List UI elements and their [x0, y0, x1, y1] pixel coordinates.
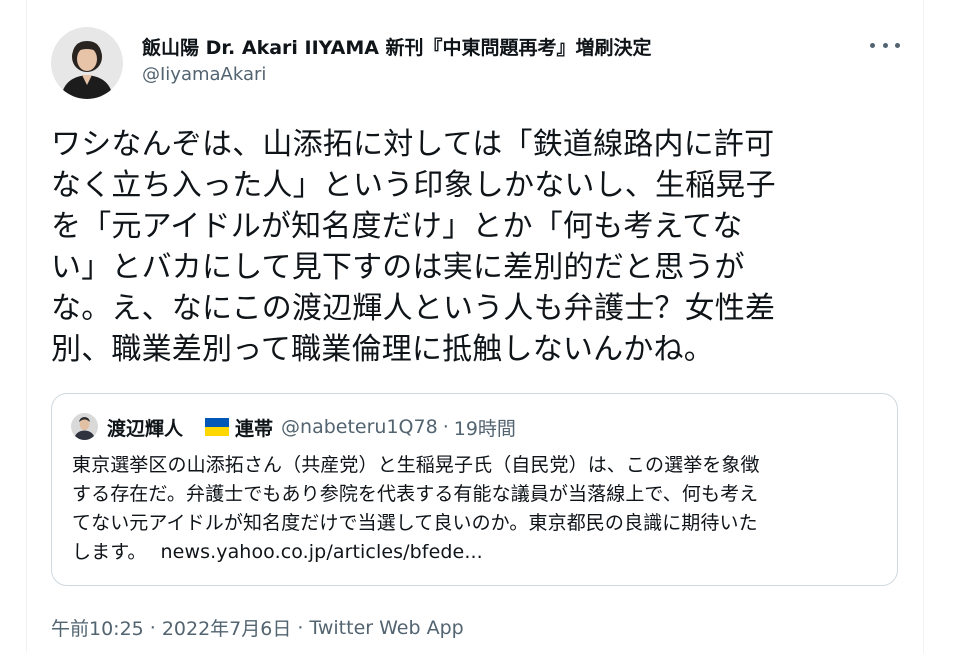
author-display-name[interactable]: 飯山陽 Dr. Akari IIYAMA 新刊『中東問題再考』増刷決定 [142, 33, 652, 60]
quoted-author-avatar[interactable] [71, 413, 98, 440]
quoted-text-line: 東京選挙区の山添拓さん（共産党）と生稲晃子氏（自民党）は、この選挙を象徴 [72, 454, 760, 476]
quoted-text-line: てない元アイドルが知名度だけで当選して良いのか。東京都民の良識に期待いた [72, 512, 758, 534]
tweet-text: ワシなんぞは、山添拓に対しては「鉄道線路内に許可 なく立ち入った人」という印象し… [51, 124, 891, 370]
more-icon [895, 42, 900, 48]
tweet-text-line: なく立ち入った人」という印象しかないし、生稲晃子 [51, 168, 776, 203]
tweet-text-line: な。え、なにこの渡辺輝人という人も弁護士？女性差 [51, 291, 776, 326]
quoted-author-handle[interactable]: @nabeteru1Q78 [281, 416, 438, 438]
separator-dot: · [442, 416, 449, 438]
tweet-source[interactable]: Twitter Web App [309, 617, 463, 639]
quoted-text-line-end: します。 [72, 541, 147, 563]
tweet-date[interactable]: 2022年7月6日 [162, 614, 292, 641]
separator-dot: · [297, 616, 304, 639]
tweet-text-line: 別、職業差別って職業倫理に抵触しないんかね。 [51, 332, 714, 367]
more-options-button[interactable] [870, 32, 900, 58]
quoted-tweet-time[interactable]: 19時間 [454, 414, 516, 441]
tweet-time[interactable]: 午前10:25 [51, 614, 144, 641]
timeline-border-left [26, 0, 27, 653]
tweet-text-line: を「元アイドルが知名度だけ」とか「何も考えてな [51, 209, 743, 244]
quoted-link[interactable]: news.yahoo.co.jp/articles/bfede... [161, 541, 483, 563]
quoted-tweet-header: 渡辺輝人 連帯 @nabeteru1Q78 · 19時間 [107, 414, 516, 440]
timeline-border-right [923, 0, 924, 653]
quoted-tweet-card[interactable]: 渡辺輝人 連帯 @nabeteru1Q78 · 19時間 東京選挙区の山添拓さん… [51, 393, 898, 586]
tweet-text-line: ワシなんぞは、山添拓に対しては「鉄道線路内に許可 [51, 127, 775, 162]
author-avatar[interactable] [51, 27, 123, 99]
author-handle[interactable]: @IiyamaAkari [142, 64, 266, 85]
quoted-author-name[interactable]: 渡辺輝人 [107, 414, 183, 441]
tweet-meta: 午前10:25 · 2022年7月6日 · Twitter Web App [51, 614, 464, 641]
tweet-text-line: い」とバカにして見下すのは実に差別的だと思うが [51, 250, 745, 285]
quoted-text-line: します。 news.yahoo.co.jp/articles/bfede... [72, 538, 892, 567]
more-icon [882, 42, 888, 48]
quoted-text-line: する存在だ。弁護士でもあり参院を代表する有能な議員が当落線上で、何も考え [72, 483, 759, 505]
ukraine-flag-icon [205, 418, 230, 436]
separator-dot: · [149, 616, 156, 639]
quoted-tweet-text: 東京選挙区の山添拓さん（共産党）と生稲晃子氏（自民党）は、この選挙を象徴 する存… [72, 451, 892, 567]
quoted-author-name-suffix[interactable]: 連帯 [235, 414, 273, 441]
more-icon [870, 42, 875, 48]
